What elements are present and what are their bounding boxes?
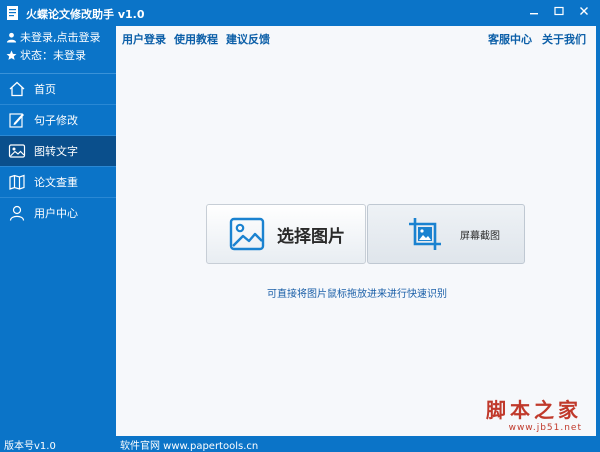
user-icon (6, 32, 17, 43)
sidebar-item-plagiarism-check[interactable]: 论文查重 (0, 166, 116, 197)
status-bar: 版本号v1.0 软件官网 www.papertools.cn (0, 436, 600, 452)
user-icon (9, 205, 25, 221)
menu-about-us[interactable]: 关于我们 (542, 31, 586, 47)
home-icon (9, 81, 25, 97)
star-icon (6, 50, 17, 60)
close-icon (580, 7, 588, 15)
menu-customer-service[interactable]: 客服中心 (488, 31, 532, 47)
screen-capture-button[interactable]: 屏幕截图 (367, 204, 525, 264)
window-title: 火蝶论文修改助手 v1.0 (26, 8, 145, 21)
official-site-link[interactable]: 软件官网 www.papertools.cn (120, 437, 258, 452)
select-image-button[interactable]: 选择图片 (206, 204, 366, 264)
watermark-url: www.jb51.net (508, 423, 582, 433)
close-button[interactable] (571, 0, 597, 22)
map-icon (9, 174, 25, 190)
sidebar-item-label: 首页 (34, 83, 56, 96)
edit-icon (9, 113, 24, 128)
app-logo-icon (7, 6, 18, 20)
maximize-button[interactable] (546, 0, 572, 22)
watermark-title: 脚本之家 (486, 398, 582, 422)
watermark: 脚本之家 www.jb51.net (486, 394, 582, 433)
login-status: 状态：未登录 (6, 47, 86, 63)
sidebar-item-label: 用户中心 (34, 207, 78, 220)
sidebar-item-label: 句子修改 (34, 114, 78, 127)
sidebar-item-sentence-edit[interactable]: 句子修改 (0, 104, 116, 135)
menu-tutorial[interactable]: 使用教程 (174, 31, 218, 47)
minimize-icon (530, 13, 538, 15)
sidebar: 未登录,点击登录 状态：未登录 首页 句子修改 图转文字 论文查重 用户中心 (0, 26, 116, 436)
drag-drop-hint: 可直接将图片鼠标拖放进来进行快速识别 (267, 289, 447, 300)
main-content[interactable]: 用户登录 使用教程 建议反馈 客服中心 关于我们 选择图片 屏幕截图 可直接将图… (116, 26, 598, 436)
picture-icon (229, 217, 265, 251)
login-link[interactable]: 未登录,点击登录 (6, 29, 101, 45)
sidebar-nav: 首页 句子修改 图转文字 论文查重 用户中心 (0, 73, 116, 228)
version-label: 版本号v1.0 (4, 441, 56, 452)
minimize-button[interactable] (521, 0, 547, 22)
sidebar-item-label: 图转文字 (34, 145, 78, 158)
select-image-label: 选择图片 (277, 226, 345, 247)
sidebar-item-home[interactable]: 首页 (0, 73, 116, 104)
menu-user-login[interactable]: 用户登录 (122, 31, 166, 47)
sidebar-item-user-center[interactable]: 用户中心 (0, 197, 116, 228)
top-menu-right: 客服中心 关于我们 (488, 31, 586, 47)
menu-feedback[interactable]: 建议反馈 (226, 31, 270, 47)
crop-icon (409, 218, 441, 250)
app-window: 火蝶论文修改助手 v1.0 未登录,点击登录 状态：未登录 首页 句子修改 图转… (0, 0, 600, 452)
sidebar-item-label: 论文查重 (34, 176, 78, 189)
screen-capture-label: 屏幕截图 (460, 230, 500, 242)
status-text: 状态：未登录 (20, 49, 86, 62)
sidebar-item-image-to-text[interactable]: 图转文字 (0, 135, 116, 166)
login-text: 未登录,点击登录 (20, 31, 101, 44)
title-bar[interactable]: 火蝶论文修改助手 v1.0 (0, 0, 600, 26)
top-menu-left: 用户登录 使用教程 建议反馈 (122, 31, 270, 47)
maximize-icon (554, 6, 564, 16)
image-icon (8, 144, 26, 158)
